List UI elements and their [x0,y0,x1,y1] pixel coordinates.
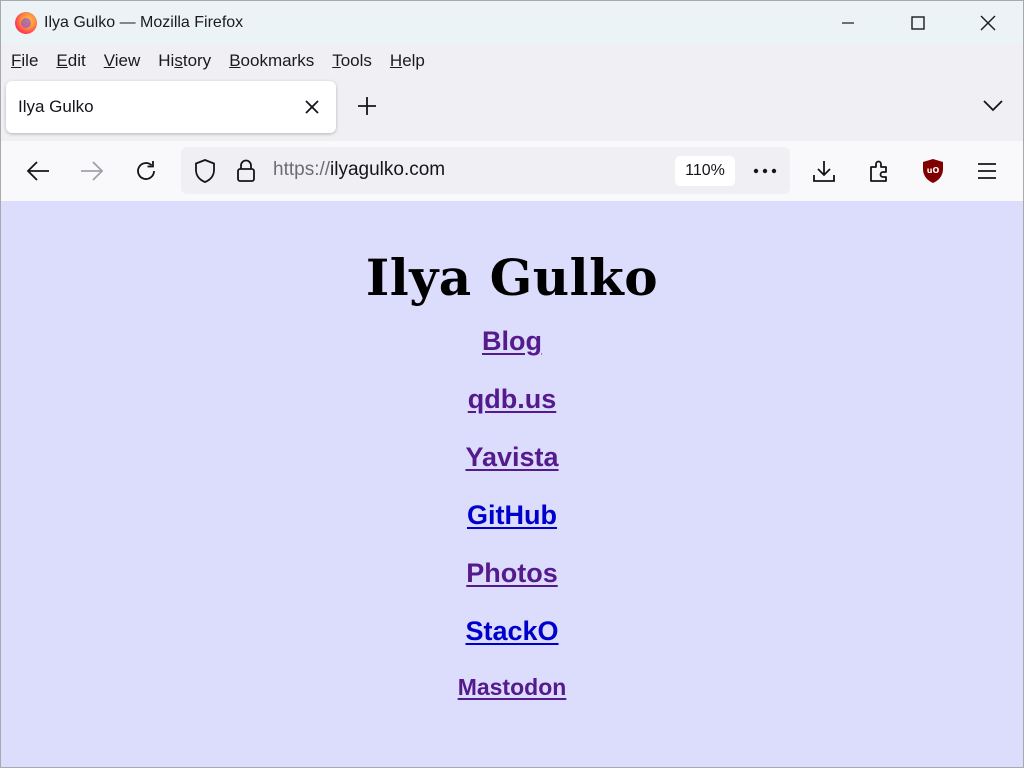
page-heading: Ilya Gulko [365,248,659,307]
list-item: Blog [1,326,1023,384]
menu-bar: File Edit View History Bookmarks Tools H… [1,45,1023,77]
menu-tools[interactable]: Tools [332,51,372,71]
menu-view[interactable]: View [104,51,141,71]
stacko-link[interactable]: StackO [465,616,558,647]
close-window-button[interactable] [953,1,1023,45]
url-text[interactable]: https://ilyagulko.com [273,159,445,181]
list-item: GitHub [1,500,1023,558]
reload-button[interactable] [132,157,160,185]
reload-icon [137,161,155,180]
app-menu-button[interactable] [973,157,1001,185]
maximize-button[interactable] [883,1,953,45]
yavista-link[interactable]: Yavista [465,442,558,473]
window-controls [813,1,1023,45]
title-bar: Ilya Gulko — Mozilla Firefox [1,1,1023,45]
photos-link[interactable]: Photos [466,558,558,589]
menu-bookmarks[interactable]: Bookmarks [229,51,314,71]
zoom-level-button[interactable]: 110% [675,156,735,186]
site-info-button[interactable] [234,159,258,183]
link-list: Blog qdb.us Yavista GitHub Photos StackO… [1,326,1023,732]
mastodon-link[interactable]: Mastodon [458,674,567,701]
github-link[interactable]: GitHub [467,500,557,531]
list-item: StackO [1,616,1023,674]
list-item: Yavista [1,442,1023,500]
lock-icon [237,159,255,182]
ublock-button[interactable]: uO [919,157,947,185]
svg-text:uO: uO [927,166,940,175]
tab-close-button[interactable] [302,97,322,117]
puzzle-icon [870,160,887,182]
back-arrow-icon [26,161,49,181]
list-item: Photos [1,558,1023,616]
tab-title: Ilya Gulko [18,97,94,116]
maximize-icon [911,16,925,30]
extensions-button[interactable] [865,157,893,185]
menu-help[interactable]: Help [390,51,425,71]
qdb-link[interactable]: qdb.us [468,384,557,415]
tab-active[interactable]: Ilya Gulko [6,81,336,133]
chevron-down-icon [983,100,1003,112]
downloads-button[interactable] [810,157,838,185]
list-item: Mastodon [1,674,1023,732]
ublock-icon: uO [923,159,943,183]
minimize-button[interactable] [813,1,883,45]
tab-strip: Ilya Gulko [1,77,1023,141]
menu-history[interactable]: History [158,51,211,71]
navigation-toolbar: https://ilyagulko.com 110% uO [1,141,1023,202]
page-content: Ilya Gulko Blog qdb.us Yavista GitHub Ph… [1,201,1023,767]
browser-window: Ilya Gulko — Mozilla Firefox File Edit V… [0,0,1024,768]
minimize-icon [842,22,854,24]
list-all-tabs-button[interactable] [981,96,1005,116]
hamburger-menu-icon [978,163,996,179]
forward-arrow-icon [81,161,104,181]
window-title: Ilya Gulko — Mozilla Firefox [44,14,244,31]
page-actions-button[interactable] [753,159,777,183]
more-icon [753,168,777,174]
menu-file[interactable]: File [11,51,38,71]
close-icon [980,15,996,31]
list-item: qdb.us [1,384,1023,442]
forward-button[interactable] [78,157,106,185]
menu-edit[interactable]: Edit [56,51,85,71]
shield-icon [195,159,215,183]
download-icon [813,161,835,182]
close-icon [305,100,319,114]
firefox-icon [15,12,37,34]
url-bar[interactable]: https://ilyagulko.com 110% [181,147,790,194]
back-button[interactable] [24,157,52,185]
new-tab-button[interactable] [355,94,379,118]
blog-link[interactable]: Blog [482,326,542,357]
plus-icon [358,97,376,115]
tracking-protection-button[interactable] [193,159,217,183]
